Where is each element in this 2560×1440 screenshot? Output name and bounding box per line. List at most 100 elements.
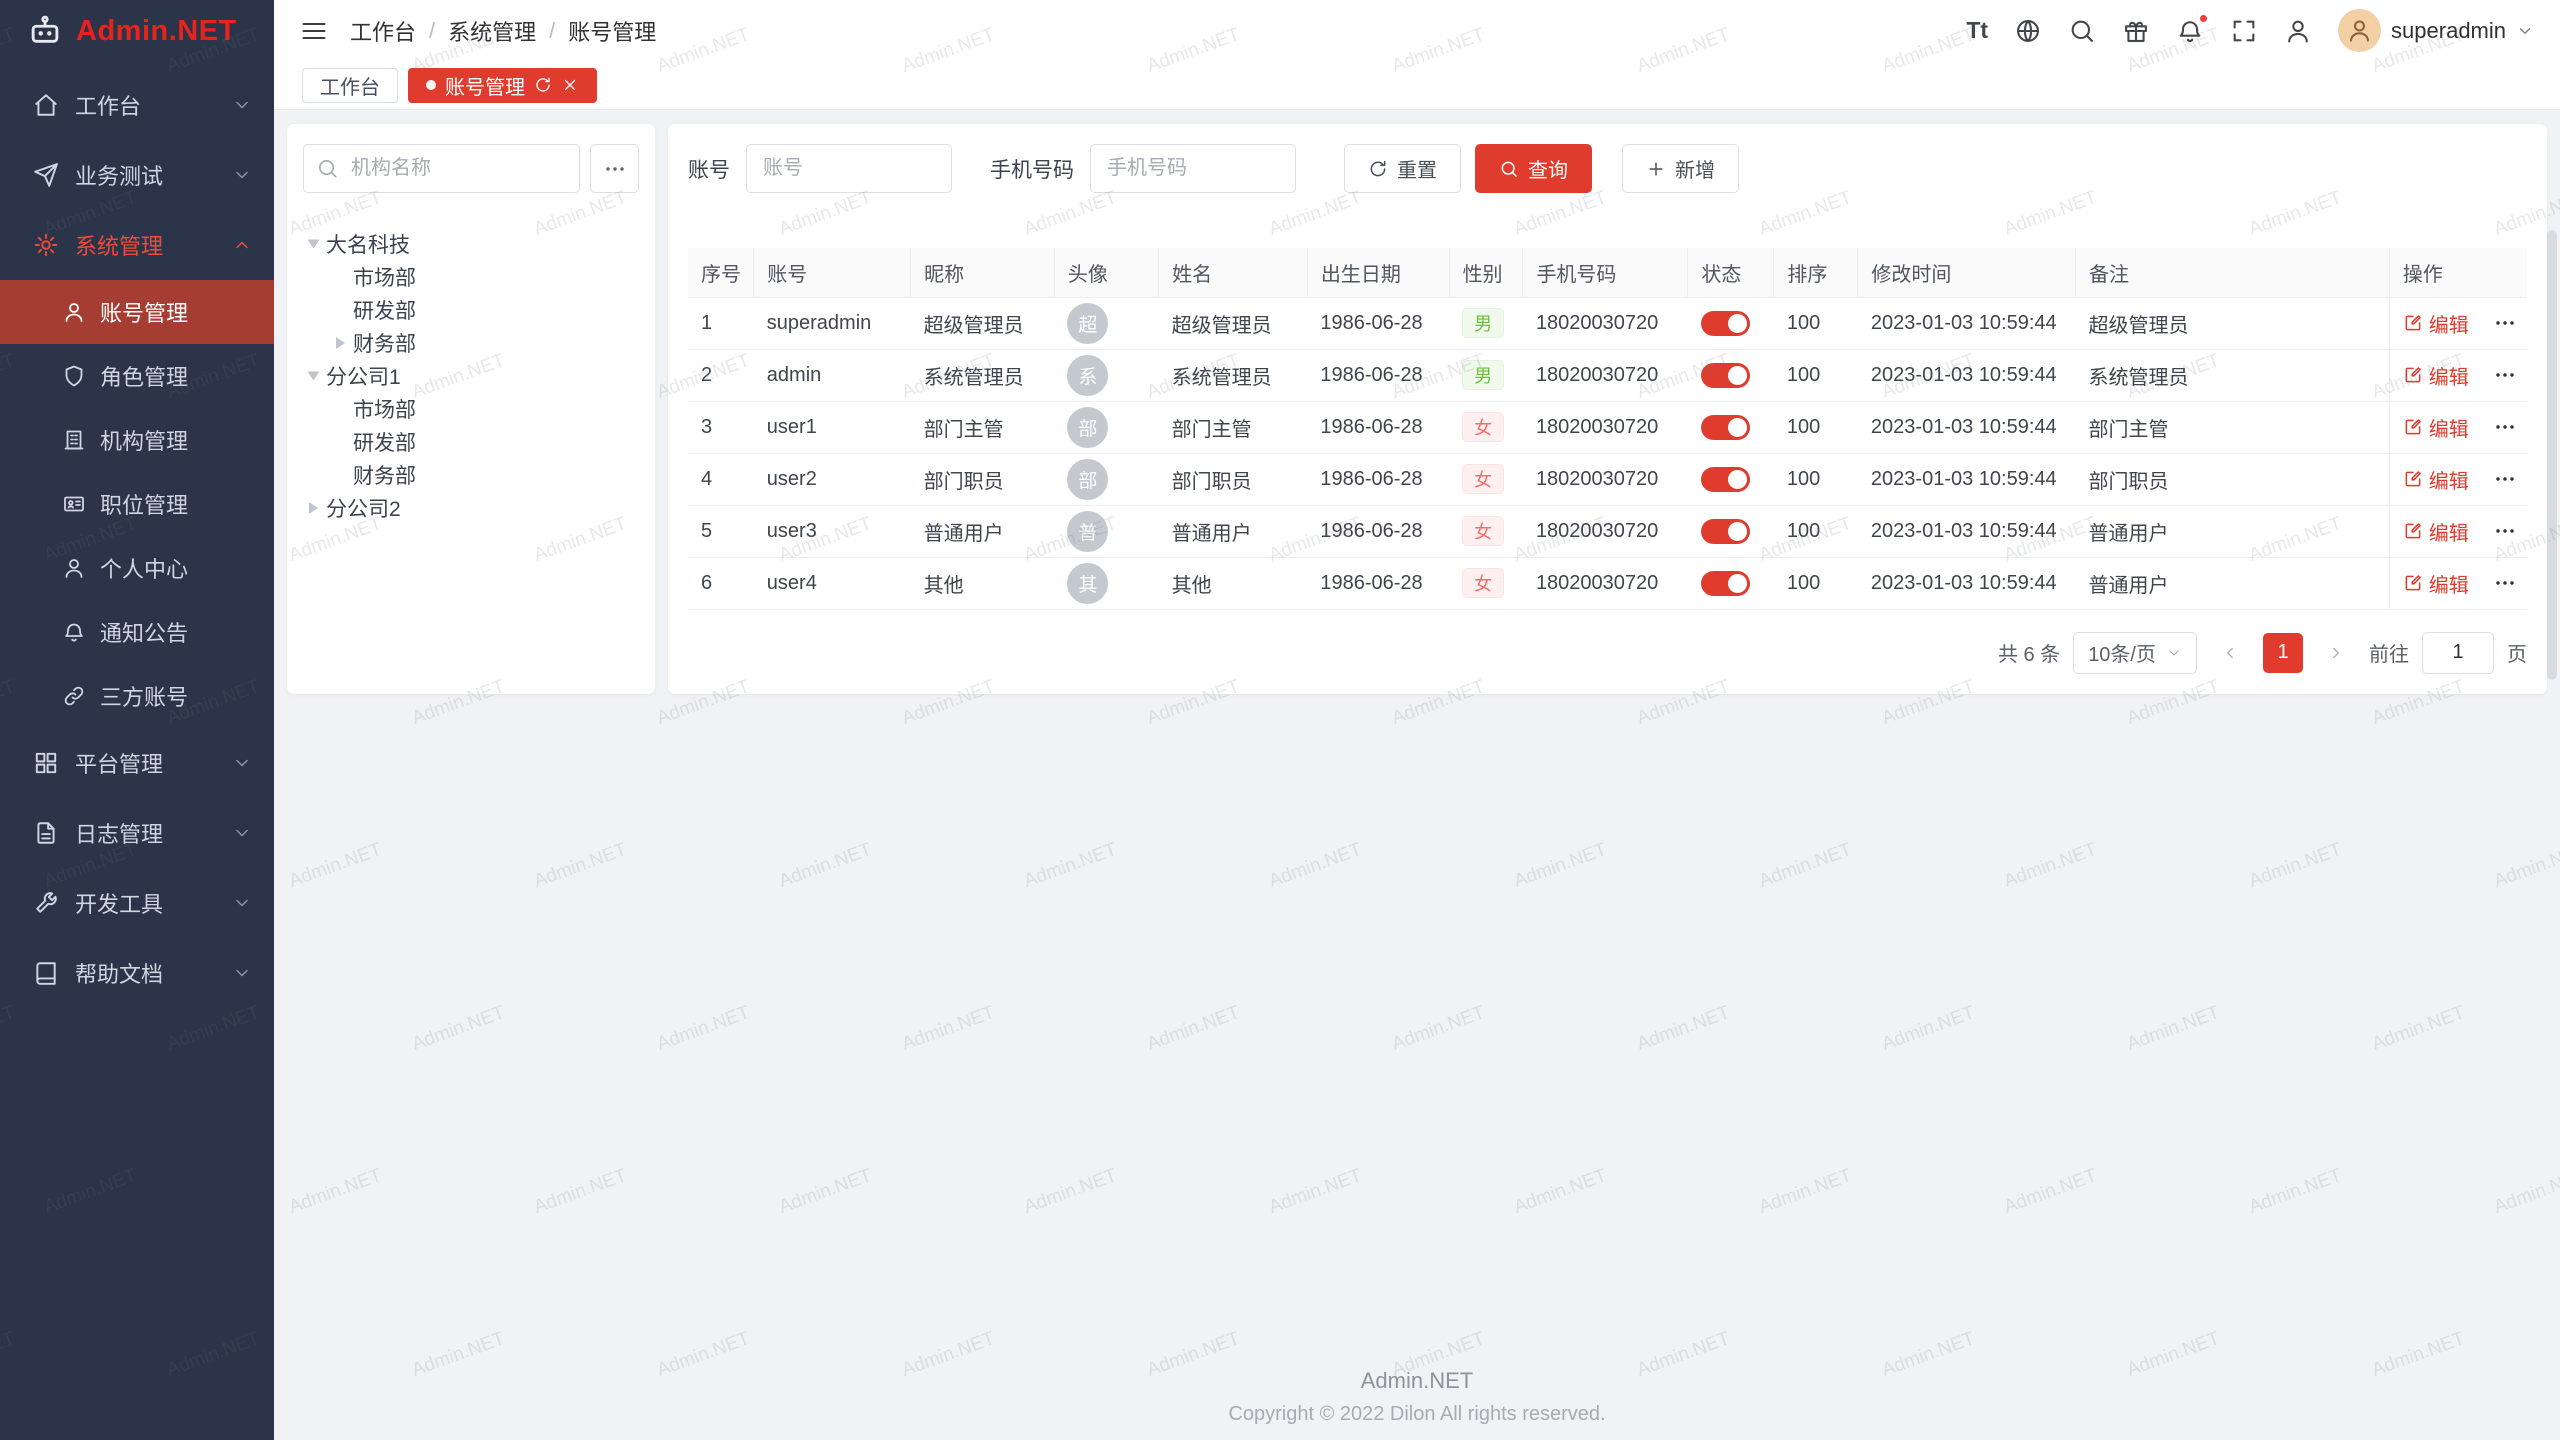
tree-node[interactable]: 财务部: [303, 326, 639, 359]
user-menu[interactable]: superadmin: [2338, 9, 2534, 52]
status-toggle[interactable]: [1701, 311, 1750, 336]
status-toggle[interactable]: [1701, 415, 1750, 440]
cell-gender: 男: [1449, 349, 1523, 401]
phone-filter-input[interactable]: [1090, 144, 1296, 193]
sidebar-item-dev-tools[interactable]: 开发工具: [0, 868, 274, 938]
tab-workbench[interactable]: 工作台: [302, 68, 398, 103]
sidebar-item-system-management[interactable]: 系统管理: [0, 210, 274, 280]
accounts-table: 序号账号昵称头像姓名出生日期性别手机号码状态排序修改时间备注操作1superad…: [688, 248, 2527, 610]
tree-node-label: 研发部: [353, 427, 416, 457]
status-toggle[interactable]: [1701, 363, 1750, 388]
tree-node[interactable]: 研发部: [303, 293, 639, 326]
reset-label: 重置: [1397, 154, 1437, 183]
cell-account: user4: [754, 557, 911, 609]
next-page-button[interactable]: [2316, 633, 2356, 673]
breadcrumb-item[interactable]: 系统管理: [448, 15, 536, 47]
status-toggle[interactable]: [1701, 519, 1750, 544]
language-icon[interactable]: [2014, 17, 2042, 45]
tab-label: 工作台: [320, 71, 380, 100]
add-button[interactable]: 新增: [1622, 144, 1739, 193]
scrollbar-thumb[interactable]: [2547, 230, 2557, 680]
edit-button[interactable]: 编辑: [2403, 465, 2469, 494]
cell-avatar: 其: [1054, 557, 1158, 609]
cell-status: [1688, 557, 1774, 609]
table-wrap: 序号账号昵称头像姓名出生日期性别手机号码状态排序修改时间备注操作1superad…: [688, 248, 2527, 610]
org-name-input[interactable]: [303, 144, 580, 193]
cell-remark: 系统管理员: [2076, 349, 2390, 401]
tree-caret-icon[interactable]: [308, 371, 320, 380]
sidebar-item-workbench[interactable]: 工作台: [0, 70, 274, 140]
tree-node[interactable]: 财务部: [303, 458, 639, 491]
sidebar-item-business-test[interactable]: 业务测试: [0, 140, 274, 210]
search-icon[interactable]: [2068, 17, 2096, 45]
cell-account: user1: [754, 401, 911, 453]
page-number-1[interactable]: 1: [2263, 633, 2303, 673]
goto-page-input[interactable]: [2422, 632, 2494, 674]
sidebar-item-label: 平台管理: [75, 747, 216, 779]
home-icon: [33, 92, 59, 118]
cell-remark: 部门职员: [2076, 453, 2390, 505]
more-actions-button[interactable]: [2493, 467, 2517, 491]
edit-button[interactable]: 编辑: [2403, 517, 2469, 546]
edit-button[interactable]: 编辑: [2403, 309, 2469, 338]
tree-caret-icon[interactable]: [336, 337, 345, 349]
sidebar-item-platform-management[interactable]: 平台管理: [0, 728, 274, 798]
breadcrumb-item[interactable]: 账号管理: [568, 15, 656, 47]
sidebar-subitem-third-party-account[interactable]: 三方账号: [0, 664, 274, 728]
sidebar-subitem-position-management[interactable]: 职位管理: [0, 472, 274, 536]
app-logo[interactable]: Admin.NET: [0, 0, 274, 62]
tab-refresh-icon[interactable]: [534, 76, 552, 94]
cell-phone: 18020030720: [1523, 349, 1688, 401]
tree-node[interactable]: 研发部: [303, 425, 639, 458]
more-actions-button[interactable]: [2493, 311, 2517, 335]
fullscreen-icon[interactable]: [2230, 17, 2258, 45]
cell-name: 其他: [1159, 557, 1308, 609]
more-actions-button[interactable]: [2493, 571, 2517, 595]
org-more-button[interactable]: [590, 144, 639, 193]
prev-page-button[interactable]: [2210, 633, 2250, 673]
profile-icon[interactable]: [2284, 17, 2312, 45]
sidebar-item-log-management[interactable]: 日志管理: [0, 798, 274, 868]
edit-button[interactable]: 编辑: [2403, 361, 2469, 390]
account-filter-input[interactable]: [746, 144, 952, 193]
sidebar-subitem-notice-announcement[interactable]: 通知公告: [0, 600, 274, 664]
sidebar-subitem-org-management[interactable]: 机构管理: [0, 408, 274, 472]
edit-icon: [2403, 521, 2423, 541]
sidebar-subitem-label: 账号管理: [100, 296, 188, 328]
breadcrumb-item[interactable]: 工作台: [350, 15, 416, 47]
edit-icon: [2403, 313, 2423, 333]
add-label: 新增: [1675, 154, 1715, 183]
tab-account-management[interactable]: 账号管理: [408, 68, 597, 103]
theme-gift-icon[interactable]: [2122, 17, 2150, 45]
font-size-icon[interactable]: Tt: [1966, 19, 1988, 42]
cell-phone: 18020030720: [1523, 505, 1688, 557]
menu-collapse-icon[interactable]: [300, 17, 328, 45]
tree-caret-icon[interactable]: [308, 239, 320, 248]
notification-bell-icon[interactable]: [2176, 17, 2204, 45]
row-avatar: 系: [1067, 355, 1108, 396]
more-actions-button[interactable]: [2493, 415, 2517, 439]
reset-button[interactable]: 重置: [1344, 144, 1461, 193]
tree-node[interactable]: 分公司2: [303, 491, 639, 524]
sidebar-item-help-docs[interactable]: 帮助文档: [0, 938, 274, 1008]
tree-caret-icon[interactable]: [309, 502, 318, 514]
sidebar-subitem-personal-center[interactable]: 个人中心: [0, 536, 274, 600]
status-toggle[interactable]: [1701, 467, 1750, 492]
tree-node[interactable]: 市场部: [303, 392, 639, 425]
search-button[interactable]: 查询: [1475, 144, 1592, 193]
tree-node[interactable]: 分公司1: [303, 359, 639, 392]
tab-close-icon[interactable]: [561, 76, 579, 94]
pagination: 共 6 条 10条/页 1 前往 页: [688, 632, 2527, 674]
sidebar-subitem-role-management[interactable]: 角色管理: [0, 344, 274, 408]
edit-icon: [2403, 365, 2423, 385]
sidebar-subitem-account-management[interactable]: 账号管理: [0, 280, 274, 344]
tree-node[interactable]: 市场部: [303, 260, 639, 293]
edit-button[interactable]: 编辑: [2403, 569, 2469, 598]
more-actions-button[interactable]: [2493, 363, 2517, 387]
page-size-select[interactable]: 10条/页: [2073, 632, 2197, 674]
more-actions-button[interactable]: [2493, 519, 2517, 543]
status-toggle[interactable]: [1701, 571, 1750, 596]
tree-node[interactable]: 大名科技: [303, 227, 639, 260]
edit-button[interactable]: 编辑: [2403, 413, 2469, 442]
shield-icon: [62, 364, 86, 388]
